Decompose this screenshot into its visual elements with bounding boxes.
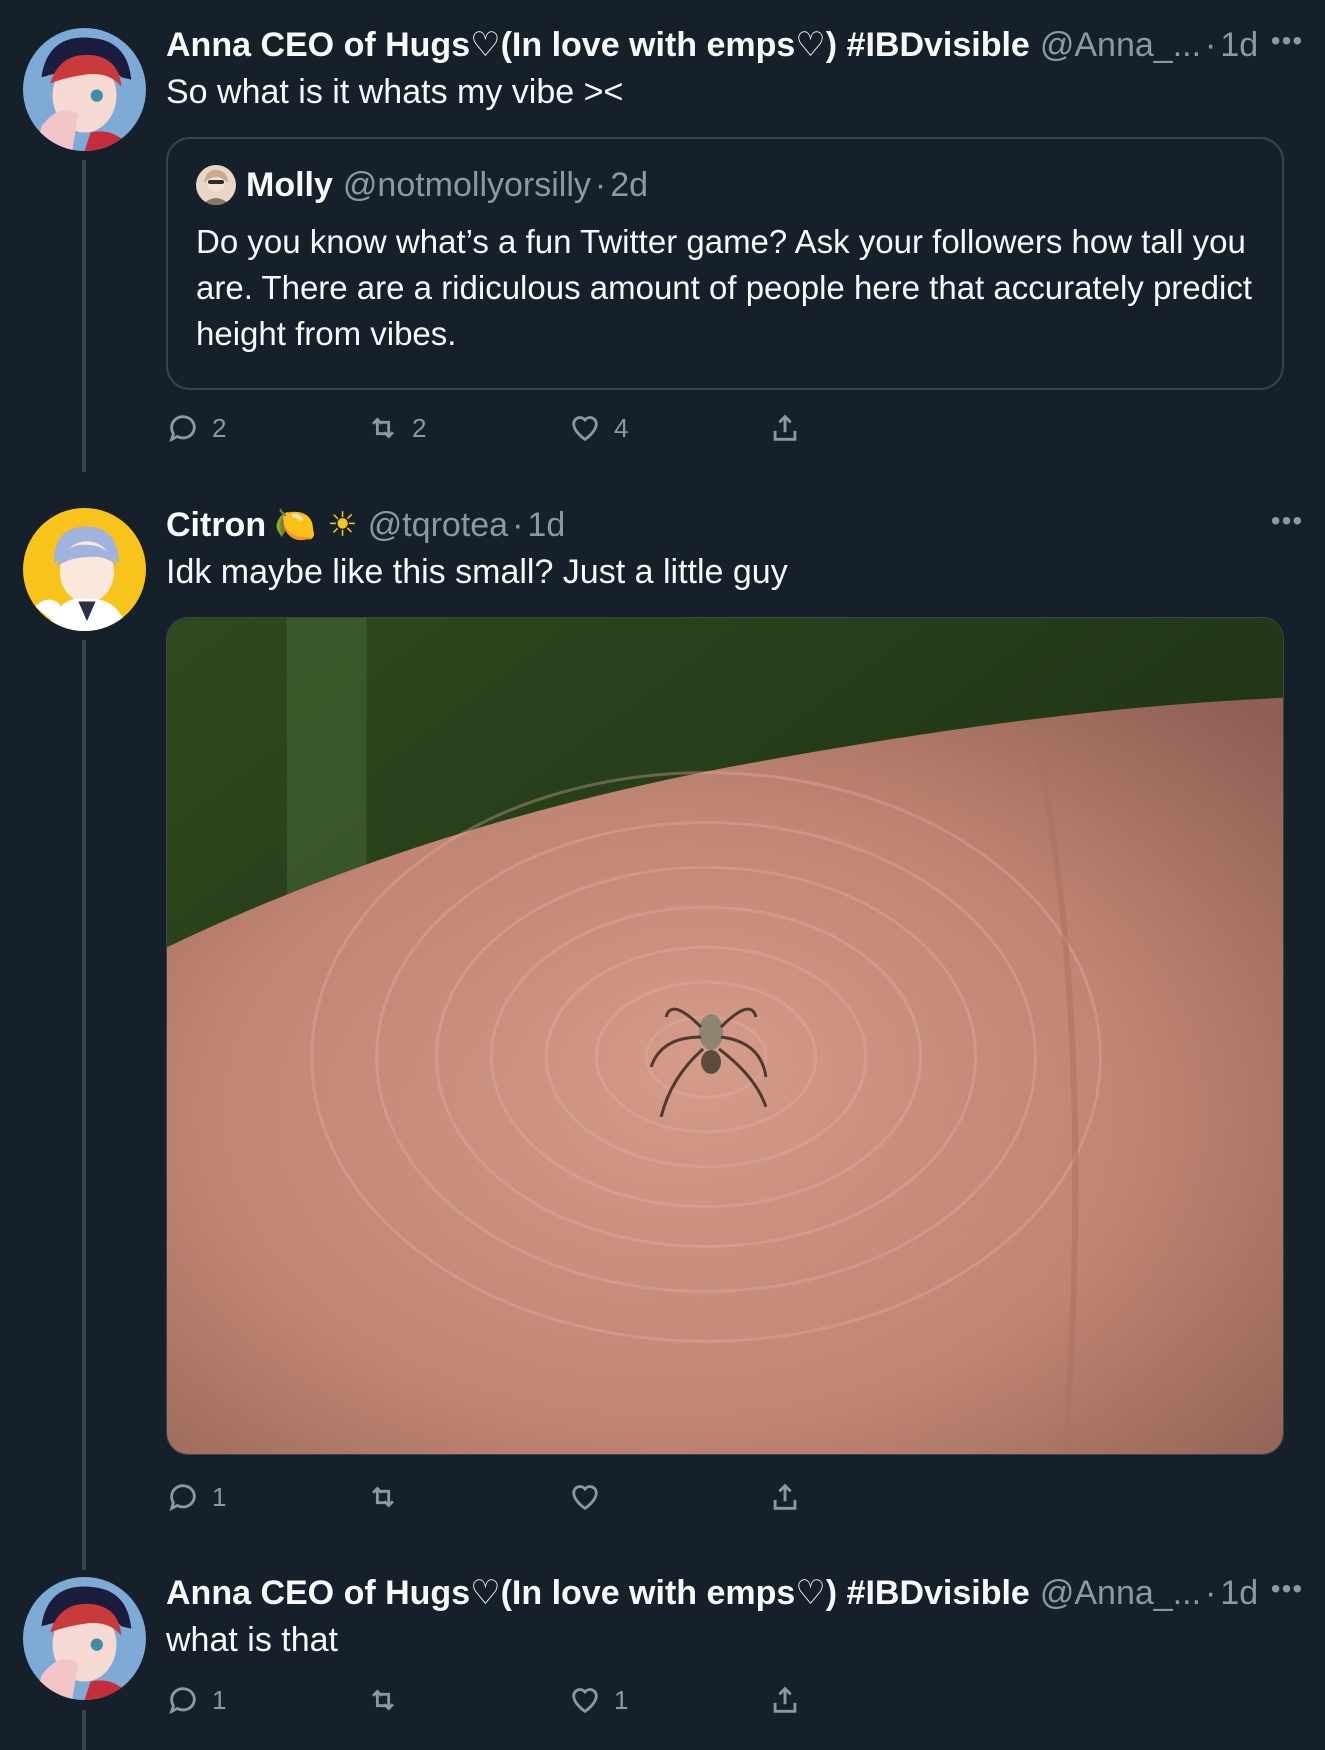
more-icon[interactable]: ••• (1265, 24, 1309, 58)
avatar-image (23, 1577, 146, 1700)
display-name[interactable]: Citron (166, 504, 266, 546)
like-button[interactable] (568, 1475, 614, 1519)
spider-on-finger-photo (167, 618, 1283, 1454)
reply-icon (169, 415, 196, 443)
like-button[interactable]: 1 (568, 1678, 628, 1722)
retweet-button[interactable]: 2 (366, 406, 426, 450)
dot-separator: · (1205, 1574, 1217, 1612)
thread-line (82, 1710, 86, 1750)
like-icon (572, 1485, 598, 1511)
reply-icon (169, 1484, 196, 1512)
retweet-button[interactable] (366, 1678, 412, 1722)
tweet-header: Anna CEO of Hugs♡(In love with emps♡) #I… (166, 24, 1285, 66)
retweet-icon (372, 1689, 394, 1711)
avatar[interactable] (23, 1577, 146, 1700)
share-button[interactable] (768, 1678, 802, 1722)
timestamp[interactable]: 1d (1220, 1572, 1258, 1614)
avatar-image (23, 28, 146, 151)
quoted-tweet[interactable]: Molly @notmollyorsilly · 2d Do you know … (166, 137, 1284, 390)
like-count: 4 (614, 412, 629, 443)
avatar[interactable] (23, 28, 146, 151)
timestamp[interactable]: 1d (1220, 24, 1258, 66)
tweet-actions: 1 (166, 1475, 816, 1519)
retweet-count: 2 (412, 412, 427, 443)
share-icon (773, 414, 797, 441)
reply-count: 2 (212, 412, 227, 443)
handle[interactable]: @Anna_... (1040, 1572, 1201, 1614)
tweet-header: Citron 🍋 ☀ @tqrotea · 1d (166, 504, 1285, 546)
quote-header: Molly @notmollyorsilly · 2d (196, 165, 1254, 205)
handle[interactable]: @tqrotea (368, 504, 508, 546)
retweet-icon (372, 1486, 394, 1508)
retweet-button[interactable] (366, 1475, 412, 1519)
retweet-icon (372, 417, 394, 439)
timestamp[interactable]: 1d (527, 504, 565, 546)
quote-timestamp[interactable]: 2d (610, 166, 648, 205)
timeline: Anna CEO of Hugs♡(In love with emps♡) #I… (0, 0, 1325, 1750)
thread-line (82, 640, 86, 1570)
more-icon[interactable]: ••• (1265, 504, 1309, 538)
avatar-image (23, 508, 146, 631)
avatar[interactable] (23, 508, 146, 631)
display-name[interactable]: Anna CEO of Hugs♡(In love with emps♡) #I… (166, 24, 1030, 66)
dot-separator: · (1205, 26, 1217, 64)
quote-display-name[interactable]: Molly (246, 166, 333, 205)
share-button[interactable] (768, 1475, 802, 1519)
quote-handle[interactable]: @notmollyorsilly (343, 166, 591, 205)
share-button[interactable] (768, 406, 802, 450)
tweet-actions: 2 2 4 (166, 406, 816, 450)
tweet-text: what is that (166, 1621, 338, 1659)
dot-separator: · (512, 506, 524, 544)
quote-text: Do you know what’s a fun Twitter game? A… (196, 223, 1252, 352)
dot-separator: · (594, 165, 607, 204)
tweet-text: So what is it whats my vibe >< (166, 73, 624, 111)
reply-icon (169, 1687, 196, 1715)
display-name[interactable]: Anna CEO of Hugs♡(In love with emps♡) #I… (166, 1572, 1030, 1614)
display-name-emojis: 🍋 ☀ (274, 505, 358, 545)
reply-button[interactable]: 1 (166, 1475, 226, 1519)
reply-count: 1 (212, 1684, 227, 1715)
quote-avatar (196, 165, 236, 205)
tweet-header: Anna CEO of Hugs♡(In love with emps♡) #I… (166, 1572, 1285, 1614)
like-icon (572, 1688, 598, 1714)
like-button[interactable]: 4 (568, 406, 628, 450)
tweet-image[interactable] (166, 617, 1284, 1455)
reply-button[interactable]: 2 (166, 406, 226, 450)
like-count: 1 (614, 1684, 629, 1715)
handle[interactable]: @Anna_... (1040, 24, 1201, 66)
more-icon[interactable]: ••• (1265, 1572, 1309, 1606)
share-icon (773, 1686, 797, 1713)
reply-count: 1 (212, 1481, 227, 1512)
share-icon (773, 1483, 797, 1510)
reply-button[interactable]: 1 (166, 1678, 226, 1722)
thread-line (82, 160, 86, 472)
like-icon (572, 416, 598, 442)
tweet-text: Idk maybe like this small? Just a little… (166, 553, 788, 591)
tweet-actions: 1 1 (166, 1678, 816, 1722)
